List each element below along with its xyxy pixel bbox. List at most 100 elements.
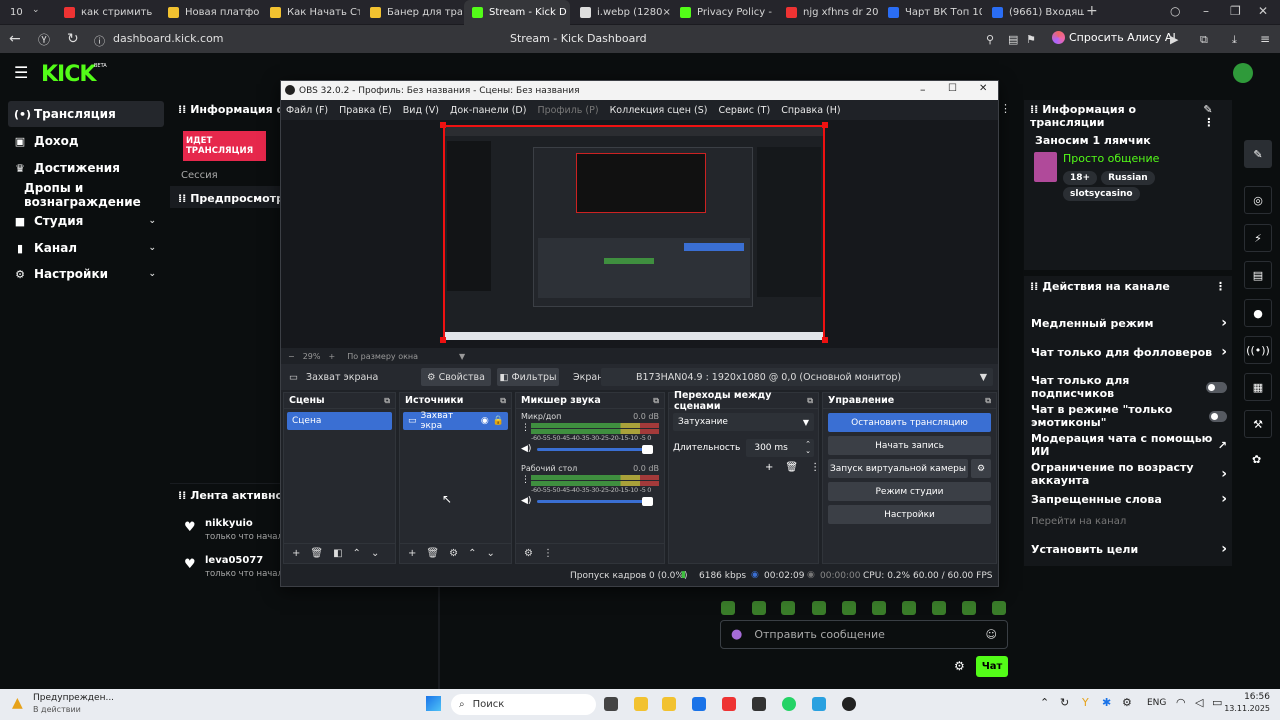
duration-spinbox[interactable]: 300 ms ⌃ ⌄ [746, 439, 814, 457]
layout-icon[interactable]: ▦ [1244, 373, 1272, 401]
zoom-in-icon[interactable]: + [328, 352, 335, 361]
add-icon[interactable]: + [292, 548, 300, 559]
toggle-switch[interactable] [1206, 381, 1227, 393]
eye-icon[interactable]: ◉ [481, 416, 489, 426]
fit-label[interactable]: По размеру окна [347, 352, 418, 361]
obs-menu-item[interactable]: Справка (H) [781, 105, 840, 116]
tab-counter[interactable]: 10 [2, 0, 28, 25]
more-icon[interactable]: ⋮ [810, 462, 820, 473]
bookmark-icon[interactable]: ⚑ [1026, 33, 1036, 46]
sidebar-item[interactable]: ♛ Достижения [8, 155, 164, 181]
stop-stream-button[interactable]: Остановить трансляцию [828, 413, 991, 432]
channel-action-row[interactable]: Модерация чата с помощью ИИ ↗ [1031, 432, 1227, 458]
gear-icon[interactable]: ⚙ [971, 459, 991, 478]
properties-button[interactable]: ⚙ Свойства [421, 368, 491, 386]
reload-icon[interactable]: ↻ [67, 31, 79, 47]
speaker-icon[interactable]: ◀) [521, 444, 531, 454]
more-icon[interactable]: ⋮ [1000, 102, 1011, 115]
warning-title[interactable]: Предупрежден... [33, 693, 114, 703]
advanced-audio-icon[interactable]: ⚙ [524, 548, 533, 559]
obs-menu-item[interactable]: Профиль (P) [537, 105, 598, 116]
emoji-icon[interactable]: ☺ [986, 628, 997, 641]
chat-send-button[interactable]: Чат [976, 656, 1008, 677]
emote-icon[interactable] [992, 601, 1006, 615]
tools-icon[interactable]: ⚒ [1244, 410, 1272, 438]
channel-action-row[interactable]: Чат только для фолловеров › [1031, 344, 1227, 360]
undock-icon[interactable]: ⧉ [807, 396, 813, 406]
spin-arrows-icon[interactable]: ⌃ ⌄ [805, 441, 811, 455]
channel-menu-icon[interactable]: ⋮ [521, 475, 530, 485]
up-icon[interactable]: ⌃ [353, 548, 361, 559]
sidebar-item[interactable]: Дропы и вознаграждение [8, 181, 164, 209]
close-icon[interactable]: ✕ [1258, 4, 1268, 18]
lock-icon[interactable]: 🔒 [493, 416, 504, 426]
volume-icon[interactable]: ◁ [1195, 696, 1203, 709]
obs-maximize-icon[interactable]: ☐ [948, 83, 957, 94]
obs-menu-item[interactable]: Коллекция сцен (S) [610, 105, 708, 116]
minimize-icon[interactable]: – [1203, 4, 1209, 18]
back-icon[interactable]: ← [9, 31, 21, 47]
browser-tab[interactable]: (9661) Входящие [984, 0, 1084, 25]
obs-preview[interactable] [281, 120, 998, 348]
sidebar-item[interactable]: ▮ Канал ⌄ [8, 235, 164, 261]
menu-icon[interactable]: ≡ [1260, 32, 1270, 46]
channel-menu-icon[interactable]: ⋮ [521, 423, 530, 433]
resize-handle[interactable] [440, 122, 446, 128]
channel-action-row[interactable]: Чат в режиме "только эмотиконы" [1031, 403, 1227, 429]
virtual-camera-button[interactable]: Запуск виртуальной камеры [828, 459, 968, 478]
app-icon[interactable] [752, 697, 766, 711]
obs-menu-item[interactable]: Док-панели (D) [450, 105, 526, 116]
sidebar-item[interactable]: ⚙ Настройки ⌄ [8, 261, 164, 287]
new-tab-button[interactable]: + [1086, 3, 1098, 19]
tray-bluetooth-icon[interactable]: ✱ [1102, 696, 1111, 709]
channel-action-row[interactable]: Установить цели › [1031, 541, 1227, 557]
transition-select[interactable]: Затухание ▼ [673, 413, 814, 431]
alice-button[interactable]: Спросить Алису AI [1052, 31, 1176, 44]
tray-settings-icon[interactable]: ⚙ [1122, 696, 1132, 709]
trash-icon[interactable]: 🗑 [426, 548, 439, 559]
media-icon[interactable]: ▶ [1170, 33, 1178, 46]
browser-tab[interactable]: Privacy Policy - Kic [672, 0, 776, 25]
trash-icon[interactable]: 🗑 [785, 462, 798, 473]
undock-icon[interactable]: ⧉ [384, 396, 390, 406]
tray-yandex-icon[interactable]: Y [1082, 696, 1089, 709]
emote-icon[interactable] [721, 601, 735, 615]
reader-icon[interactable]: ▤ [1008, 33, 1018, 46]
yandex-icon[interactable]: Ⓨ [38, 31, 50, 48]
store-icon[interactable] [692, 697, 706, 711]
channel-action-row[interactable]: Перейти на канал [1031, 516, 1227, 527]
edit-icon[interactable]: ✎ [1244, 140, 1272, 168]
studio-mode-button[interactable]: Режим студии [828, 482, 991, 501]
channel-action-row[interactable]: Медленный режим › [1031, 315, 1227, 331]
tray-sync-icon[interactable]: ↻ [1060, 696, 1069, 709]
start-recording-button[interactable]: Начать запись [828, 436, 991, 455]
channel-action-row[interactable]: Запрещенные слова › [1031, 491, 1227, 507]
more-icon[interactable]: ⋮ [543, 548, 553, 559]
sidebar-item[interactable]: ■ Студия ⌄ [8, 208, 164, 234]
chat-input[interactable]: ● Отправить сообщение ☺ [720, 620, 1008, 649]
trash-icon[interactable]: 🗑 [310, 548, 323, 559]
clock-date[interactable]: 13.11.2025 [1218, 704, 1270, 713]
settings-button[interactable]: Настройки [828, 505, 991, 524]
sidebar-item[interactable]: ▣ Доход [8, 128, 164, 154]
browser-tab[interactable]: Новая платформа [160, 0, 260, 25]
add-icon[interactable]: + [765, 462, 773, 473]
collections-icon[interactable]: ⧉ [1200, 33, 1208, 47]
tab-list-chevron-icon[interactable]: ⌄ [32, 5, 40, 15]
resize-handle[interactable] [822, 337, 828, 343]
site-info-icon[interactable]: ⓘ [94, 33, 105, 49]
emote-icon[interactable] [812, 601, 826, 615]
resize-handle[interactable] [440, 337, 446, 343]
volume-slider[interactable] [537, 444, 653, 454]
wifi-icon[interactable]: ◠ [1176, 696, 1186, 709]
palette-icon[interactable]: ✿ [1252, 453, 1261, 466]
browser-tab[interactable]: Чарт ВК Топ 100 - [880, 0, 982, 25]
language-indicator[interactable]: ENG [1147, 698, 1166, 708]
speaker-icon[interactable]: ◀) [521, 496, 531, 506]
filter-icon[interactable]: ◧ [333, 548, 342, 559]
more-icon[interactable]: ⋮ [1215, 280, 1226, 293]
filters-button[interactable]: ◧ Фильтры [497, 368, 559, 386]
sidebar-item[interactable]: (•) Трансляция [8, 101, 164, 127]
kick-logo[interactable]: KICK [41, 62, 96, 87]
undock-icon[interactable]: ⧉ [653, 396, 659, 406]
